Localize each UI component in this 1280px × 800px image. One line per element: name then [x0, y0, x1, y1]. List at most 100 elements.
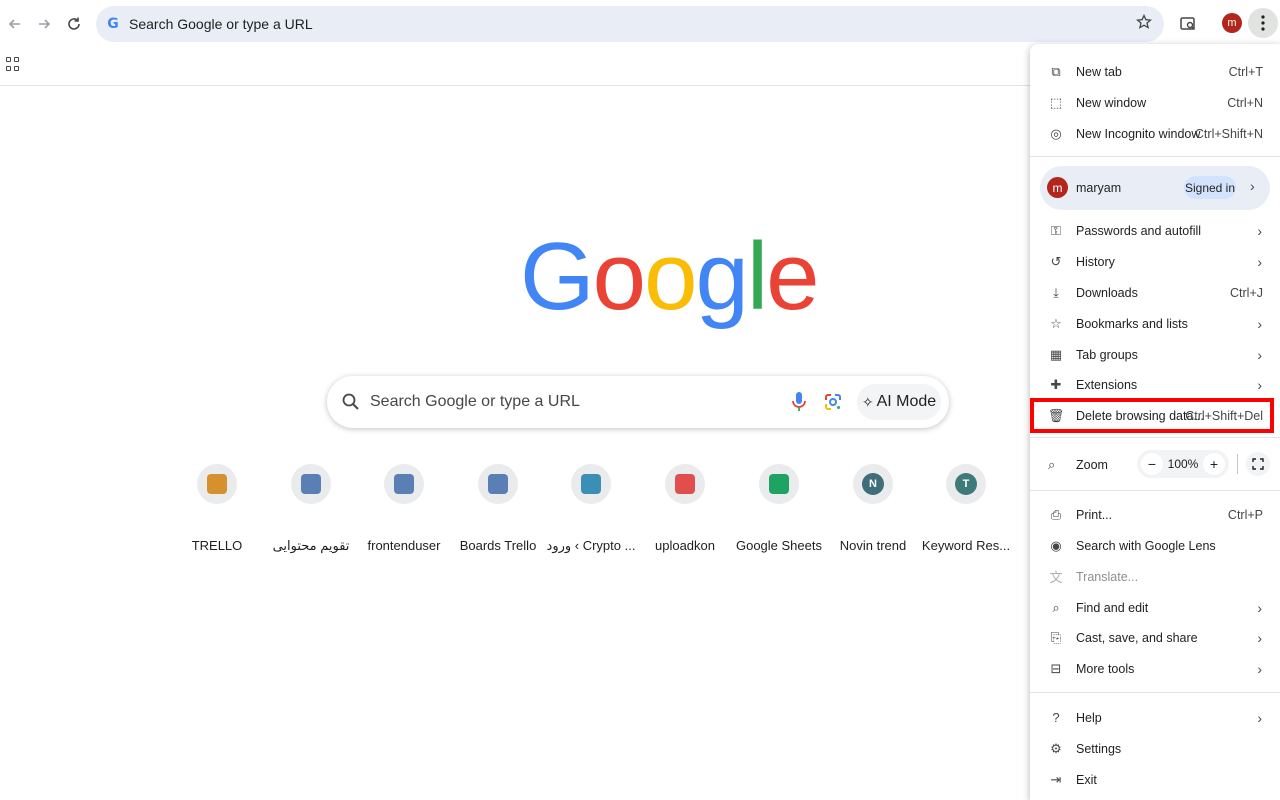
- arrow-left-icon: [8, 19, 20, 29]
- google-g-icon: G: [107, 16, 119, 32]
- lens-icon: ◉: [1050, 537, 1062, 553]
- star-icon: [1135, 13, 1153, 29]
- zoom-out-button[interactable]: −: [1141, 453, 1163, 475]
- print-icon: ⎙: [1050, 506, 1062, 522]
- menu-item-label: Translate...: [1076, 569, 1139, 584]
- zoom-in-button[interactable]: +: [1203, 453, 1225, 475]
- menu-item-shortcut: Ctrl+P: [1227, 507, 1263, 522]
- menu-item-exit[interactable]: ⇥ Exit: [1030, 764, 1280, 795]
- menu-item-label: More tools: [1076, 661, 1135, 676]
- zoom-label: Zoom: [1076, 458, 1108, 472]
- site-favicon-icon: N: [862, 473, 884, 495]
- ai-mode-label: AI Mode: [876, 393, 937, 410]
- shortcut-favicon-circle: [571, 464, 611, 504]
- bookmark-star-button[interactable]: [1135, 13, 1153, 35]
- menu-item-label: Help: [1076, 710, 1102, 725]
- chevron-right-icon: ›: [1257, 629, 1262, 646]
- menu-item-history[interactable]: ↺ History ›: [1030, 246, 1280, 277]
- menu-item-downloads[interactable]: ⤓ Downloads Ctrl+J: [1030, 277, 1280, 308]
- menu-item-label: Find and edit: [1076, 600, 1149, 615]
- shortcut-favicon-circle: T: [946, 464, 986, 504]
- chevron-right-icon: ›: [1257, 315, 1262, 332]
- gear-icon: ⚙: [1050, 740, 1062, 756]
- back-button[interactable]: [1, 10, 29, 38]
- star-icon: ☆: [1050, 315, 1062, 331]
- cast-icon: ⎘: [1050, 629, 1062, 645]
- chevron-right-icon: ›: [1257, 376, 1262, 393]
- menu-item-shortcut: Ctrl+T: [1228, 64, 1263, 79]
- google-lens-icon[interactable]: [823, 392, 843, 412]
- shortcut-tile[interactable]: T Keyword Res...: [922, 464, 1022, 560]
- apps-grid-icon[interactable]: [6, 57, 20, 71]
- menu-divider: [1030, 490, 1280, 491]
- menu-item-label: Extensions: [1076, 377, 1138, 392]
- key-icon: ⚿: [1051, 222, 1061, 238]
- ai-mode-button[interactable]: ✧ AI Mode: [857, 384, 941, 420]
- menu-item-new-tab[interactable]: ⧉ New tab Ctrl+T: [1030, 56, 1280, 87]
- profile-avatar-button[interactable]: m: [1222, 13, 1242, 33]
- menu-item-label: Passwords and autofill: [1076, 223, 1202, 238]
- forward-button[interactable]: [30, 10, 58, 38]
- menu-item-more-tools[interactable]: ⊟ More tools ›: [1030, 653, 1280, 684]
- shortcut-favicon-circle: [291, 464, 331, 504]
- reload-button[interactable]: [60, 10, 88, 38]
- menu-item-new-window[interactable]: ⬚ New window Ctrl+N: [1030, 87, 1280, 118]
- microphone-icon[interactable]: [789, 390, 809, 414]
- google-logo: Google: [520, 223, 820, 330]
- site-favicon-icon: [675, 474, 695, 494]
- site-favicon-icon: [207, 474, 227, 494]
- zoom-control: − 100% +: [1137, 450, 1229, 478]
- menu-item-bookmarks-and-lists[interactable]: ☆ Bookmarks and lists ›: [1030, 308, 1280, 339]
- tab-groups-icon: ▦: [1049, 346, 1063, 362]
- shortcut-favicon-circle: [197, 464, 237, 504]
- chevron-right-icon: ›: [1250, 178, 1255, 194]
- tab-search-button[interactable]: [1176, 12, 1200, 36]
- help-icon: ?: [1052, 710, 1060, 725]
- profile-row[interactable]: m maryam Signed in ›: [1040, 166, 1270, 210]
- download-icon: ⤓: [1053, 284, 1059, 300]
- address-bar[interactable]: G Search Google or type a URL: [96, 6, 1164, 42]
- site-favicon-icon: [581, 474, 601, 494]
- profile-avatar: m: [1047, 177, 1068, 198]
- menu-item-passwords-and-autofill[interactable]: ⚿ Passwords and autofill ›: [1030, 215, 1280, 246]
- menu-item-shortcut: Ctrl+Shift+N: [1194, 126, 1263, 141]
- search-input[interactable]: Search Google or type a URL: [370, 393, 580, 411]
- shortcut-favicon-circle: [665, 464, 705, 504]
- menu-item-search-with-google-lens[interactable]: ◉ Search with Google Lens: [1030, 530, 1280, 561]
- menu-item-label: History: [1076, 254, 1115, 269]
- arrow-right-icon: [39, 19, 51, 29]
- menu-item-new-incognito-window[interactable]: ◎ New Incognito window Ctrl+Shift+N: [1030, 118, 1280, 149]
- toolbox-icon: ⊟: [1050, 660, 1062, 676]
- incognito-icon: ◎: [1050, 125, 1062, 141]
- profile-name: maryam: [1076, 181, 1122, 195]
- menu-item-help[interactable]: ? Help ›: [1030, 702, 1280, 733]
- menu-item-extensions[interactable]: ✚ Extensions ›: [1030, 369, 1280, 400]
- puzzle-icon: ✚: [1050, 376, 1062, 392]
- menu-item-find-and-edit[interactable]: ⌕ Find and edit ›: [1030, 592, 1280, 623]
- zoom-row: ⌕ Zoom − 100% +: [1030, 448, 1280, 480]
- chevron-right-icon: ›: [1257, 253, 1262, 270]
- reload-icon: [68, 17, 80, 30]
- fullscreen-button[interactable]: [1246, 452, 1270, 476]
- menu-item-cast-save-and-share[interactable]: ⎘ Cast, save, and share ›: [1030, 622, 1280, 653]
- ntp-search-box[interactable]: Search Google or type a URL ✧ AI Mode: [327, 376, 949, 428]
- chrome-menu-button[interactable]: [1248, 8, 1278, 38]
- menu-item-settings[interactable]: ⚙ Settings: [1030, 733, 1280, 764]
- find-icon: ⌕: [1052, 599, 1060, 615]
- menu-item-translate[interactable]: 文 Translate...: [1030, 561, 1280, 592]
- highlight-box: [1030, 398, 1274, 433]
- site-favicon-icon: [488, 474, 508, 494]
- menu-item-label: Bookmarks and lists: [1076, 316, 1188, 331]
- menu-item-print[interactable]: ⎙ Print... Ctrl+P: [1030, 499, 1280, 530]
- exit-icon: ⇥: [1050, 771, 1062, 787]
- site-favicon-icon: [301, 474, 321, 494]
- menu-item-label: Exit: [1076, 772, 1097, 787]
- chevron-right-icon: ›: [1257, 599, 1262, 616]
- chevron-right-icon: ›: [1257, 346, 1262, 363]
- shortcut-favicon-circle: [384, 464, 424, 504]
- menu-item-tab-groups[interactable]: ▦ Tab groups ›: [1030, 339, 1280, 370]
- kebab-icon: [1261, 15, 1265, 31]
- menu-item-label: Print...: [1076, 507, 1113, 522]
- history-icon: ↺: [1050, 253, 1062, 269]
- menu-item-label: Search with Google Lens: [1076, 538, 1216, 553]
